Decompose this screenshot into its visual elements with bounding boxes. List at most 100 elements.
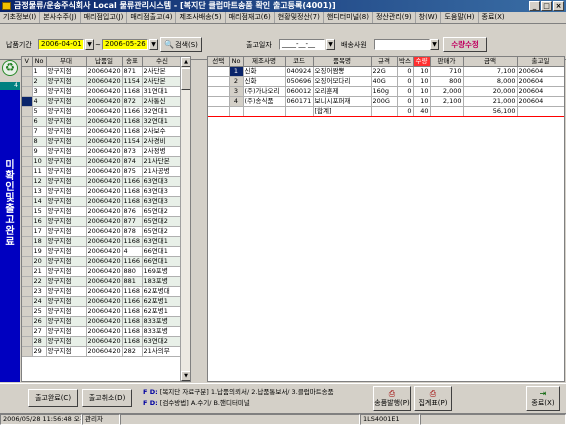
right-column-header[interactable]: 선택 [208,57,230,68]
menu-item[interactable]: 매리점출고(4) [126,12,175,23]
table-row[interactable]: 2 신화 050696 오징어모다리 40G 0 10 800 8,000 200604 [208,76,564,88]
table-row[interactable]: 11 양구지점 20060420 875 21사공병 [22,166,183,178]
table-row[interactable]: 23 양구지점 20060420 1168 62포병대 [22,286,183,298]
qty-edit-button[interactable]: 수량수정 [443,37,487,52]
table-row[interactable]: 28 양구지점 20060420 1168 63연대2 [22,336,183,348]
action-bar: 출고완료(C) 출고취소(D) F D: [복지단 자료구분] 1.납품의뢰서/… [0,383,566,413]
right-column-header[interactable]: 품목명 [313,57,372,68]
table-row[interactable]: 8 양구지점 20060420 1154 2사경비 [22,136,183,148]
date-from-field[interactable]: 2006-04-01 [38,39,84,50]
table-row[interactable]: 10 양구지점 20060420 874 21사단본 [22,156,183,168]
table-row[interactable]: 26 양구지점 20060420 1168 833포병 [22,316,183,328]
menu-item[interactable]: 창(W) [414,12,441,23]
table-row[interactable]: 5 양구지점 20060420 1166 32연대1 [22,106,183,118]
table-row[interactable]: 22 양구지점 20060420 881 183포병 [22,276,183,288]
table-cell: 200G [371,96,398,108]
table-row[interactable]: 16 양구지점 20060420 877 65연대2 [22,216,183,228]
menu-item[interactable]: 종료(X) [477,12,508,23]
date-to-field[interactable]: 2006-05-26 [102,39,148,50]
ship-date-field[interactable]: ____-__-__ [279,39,325,50]
right-column-header[interactable]: 코드 [285,57,314,68]
menu-item[interactable]: 본사수주(J) [39,12,79,23]
table-row[interactable]: 1 신화 040924 오징어짬뽕 22G 0 10 710 7,100 200604 [208,66,564,78]
menu-item[interactable]: 매리점입고(J) [79,12,127,23]
left-column-header[interactable]: No [32,57,47,68]
close-button[interactable]: × [553,1,564,11]
menu-item[interactable]: 도움말(H) [440,12,477,23]
table-row[interactable]: 3 (주)가나오리 060012 오리훈제 160g 0 10 2,000 20,000 2006… [208,86,564,98]
left-column-header[interactable]: 납품일 [86,57,123,68]
menu-item[interactable]: 매리점재고(6) [224,12,274,23]
left-column-header[interactable]: 부대 [46,57,87,68]
table-row[interactable]: 2 양구지점 20060420 1154 2사단본 [22,76,183,88]
search-button[interactable]: 🔍 검색(S) [160,37,202,52]
table-row[interactable]: 25 양구지점 20060420 1168 62포병1 [22,306,183,318]
exit-button[interactable]: ⇥ 종료(X) [526,386,560,411]
table-row[interactable]: 13 양구지점 20060420 1168 63연대3 [22,186,183,198]
table-cell[interactable]: 10 [413,86,431,98]
scroll-up-icon[interactable]: ▲ [181,57,190,67]
table-row[interactable]: 4 (주)송식품 060171 보니시포퍼재 200G 0 10 2,100 21,000 200… [208,96,564,108]
table-cell[interactable]: 10 [413,96,431,108]
table-cell: 24 [32,296,47,308]
left-scroll-thumb[interactable] [181,68,190,90]
right-column-header[interactable]: 제조사명 [243,57,286,68]
menu-item[interactable]: 현황및정산(7) [273,12,323,23]
left-column-header[interactable]: 송표 [122,57,143,68]
left-column-header[interactable]: 수신 [142,57,183,68]
table-cell [22,166,33,178]
table-row[interactable]: 3 양구지점 20060420 1168 31연대1 [22,86,183,98]
ship-date-dropdown[interactable]: ▼ [326,39,335,50]
table-cell: 0 [397,86,414,98]
right-column-header[interactable]: 규격 [371,57,398,68]
menu-item[interactable]: 기초정보(I) [0,12,39,23]
ship-cancel-button[interactable]: 출고취소(D) [82,389,132,407]
table-row[interactable]: 14 양구지점 20060420 1168 63연대3 [22,196,183,208]
right-column-header[interactable]: 박스 [397,57,414,68]
right-column-header[interactable]: No [229,57,244,68]
table-row[interactable]: 12 양구지점 20060420 1166 63연대3 [22,176,183,188]
table-row[interactable]: 18 양구지점 20060420 1168 63연대1 [22,236,183,248]
aggregate-button[interactable]: ⎙ 집계표(P) [414,386,452,411]
scroll-down-icon[interactable]: ▼ [181,371,190,381]
table-cell: 2,000 [430,86,464,98]
table-row[interactable]: 29 양구지점 20060420 282 21사의무 [22,346,183,358]
table-row[interactable]: 4 양구지점 20060420 872 2사통신 [22,96,183,108]
right-column-header[interactable]: 금액 [463,57,518,68]
table-cell[interactable]: 10 [413,76,431,88]
table-cell: 19 [32,246,47,258]
right-column-header[interactable]: 수량 [413,57,431,68]
menu-item[interactable]: 정산관리(9) [371,12,415,23]
minimize-button[interactable]: _ [529,1,540,11]
table-cell[interactable]: 10 [413,66,431,78]
right-column-header[interactable]: 출고일 [517,57,564,68]
menu-item[interactable]: 제조사배송(5) [175,12,224,23]
table-cell: 65연대2 [142,216,183,228]
left-column-header[interactable]: V [22,57,33,68]
table-row[interactable]: 19 양구지점 20060420 4 66연대1 [22,246,183,258]
ship-done-button[interactable]: 출고완료(C) [28,389,78,407]
table-row[interactable]: 21 양구지점 20060420 880 169포병 [22,266,183,278]
right-column-header[interactable]: 판매가 [430,57,464,68]
maximize-button[interactable]: □ [541,1,552,11]
table-row[interactable]: 6 양구지점 20060420 1168 32연대1 [22,116,183,128]
table-row[interactable]: 27 양구지점 20060420 1168 833포병 [22,326,183,338]
left-grid-scrollbar[interactable]: ▲ ▼ [180,57,190,381]
total-cell [229,106,244,118]
date-to-dropdown[interactable]: ▼ [149,39,158,50]
delivery-staff-select[interactable] [374,39,430,50]
table-row[interactable]: 9 양구지점 20060420 873 2사정병 [22,146,183,158]
table-row[interactable]: 20 양구지점 20060420 1166 66연대1 [22,256,183,268]
vertical-status-title: 미확인 및 출고완료 [5,160,15,248]
table-row[interactable]: 17 양구지점 20060420 878 65연대2 [22,226,183,238]
print-slip-button[interactable]: ⎙ 송품발행(P) [373,386,411,411]
delivery-staff-dropdown[interactable]: ▼ [430,39,439,50]
date-from-dropdown[interactable]: ▼ [85,39,94,50]
table-row[interactable]: 7 양구지점 20060420 1168 2사보수 [22,126,183,138]
table-cell: 169포병 [142,266,183,278]
table-row[interactable]: 24 양구지점 20060420 1166 62포병1 [22,296,183,308]
table-cell: 3 [32,86,47,98]
menu-item[interactable]: 핸디터미널(8) [322,12,372,23]
table-row[interactable]: 1 양구지점 20060420 871 2사단본 [22,66,183,78]
table-row[interactable]: 15 양구지점 20060420 876 65연대2 [22,206,183,218]
